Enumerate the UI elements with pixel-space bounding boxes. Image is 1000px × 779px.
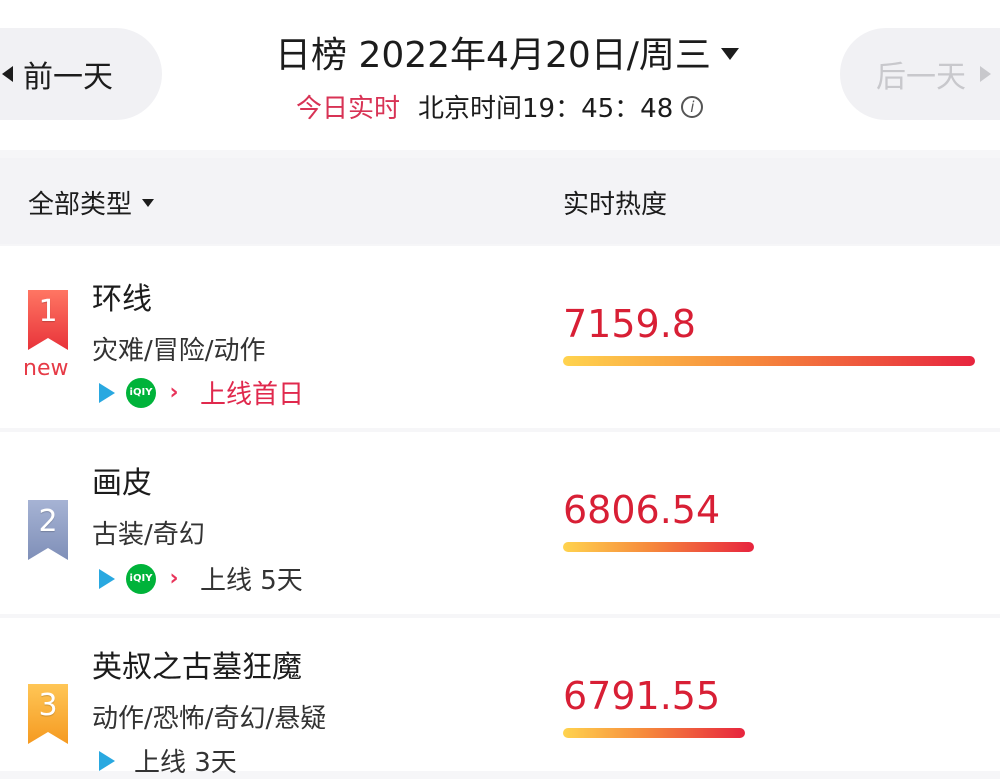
heat-value: 6806.54 — [563, 488, 721, 532]
heat-value: 6791.55 — [563, 674, 721, 718]
prev-day-label: 前一天 — [23, 60, 113, 95]
live-time-line: 今日实时 北京时间19：45：48 i — [296, 88, 704, 125]
arrow-right-icon — [980, 66, 991, 82]
rank-badge: 1 — [28, 290, 68, 350]
show-genre: 动作/恐怖/奇幻/悬疑 — [92, 704, 327, 734]
iqiyi-icon: iQIY — [126, 563, 156, 594]
column-header: 全部类型 实时热度 — [0, 158, 1000, 244]
show-title[interactable]: 环线 — [92, 274, 152, 318]
youku-icon: › — [169, 380, 179, 405]
top-header: 前一天 日榜 2022年4月20日/周三 今日实时 北京时间19：45：48 i… — [0, 0, 1000, 150]
arrow-left-icon — [2, 66, 13, 82]
ranking-row[interactable]: 2 画皮 古装/奇幻 iQIY › 上线 5天 6806.54 — [0, 432, 1000, 614]
heat-bar-track — [563, 542, 975, 552]
heat-bar-track — [563, 356, 975, 366]
heat-column-title: 实时热度 — [563, 190, 668, 220]
platform-list: 上线 3天 — [96, 742, 237, 779]
tencent-video-icon — [96, 382, 118, 404]
prev-day-button[interactable]: 前一天 — [0, 28, 162, 120]
ranking-row[interactable]: 1 new 环线 灾难/冒险/动作 iQIY › 上线首日 7159.8 — [0, 246, 1000, 428]
live-label: 今日实时 — [296, 94, 401, 124]
heat-bar — [563, 542, 755, 552]
platform-list: iQIY › 上线首日 — [96, 374, 304, 411]
online-status: 上线 5天 — [200, 566, 303, 596]
date-title-text: 日榜 2022年4月20日/周三 — [275, 35, 711, 76]
heat-value: 7159.8 — [563, 302, 696, 346]
caret-down-icon — [142, 198, 155, 207]
platform-list: iQIY › 上线 5天 — [96, 560, 303, 597]
type-filter-label: 全部类型 — [28, 190, 133, 220]
next-day-label: 后一天 — [876, 60, 966, 95]
next-day-button[interactable]: 后一天 — [840, 28, 1000, 120]
online-status: 上线 3天 — [134, 748, 237, 778]
tencent-video-icon — [96, 568, 118, 590]
rank-badge: 2 — [28, 500, 68, 560]
heat-bar-track — [563, 728, 975, 738]
caret-down-icon — [720, 48, 739, 60]
rank-badge: 3 — [28, 684, 68, 744]
youku-icon: › — [169, 566, 179, 591]
heat-bar — [563, 728, 746, 738]
info-icon[interactable]: i — [681, 95, 704, 118]
ranking-row[interactable]: 3 英叔之古墓狂魔 动作/恐怖/奇幻/悬疑 上线 3天 6791.55 — [0, 618, 1000, 778]
show-genre: 古装/奇幻 — [92, 520, 205, 550]
heat-bar — [563, 356, 975, 366]
date-title[interactable]: 日榜 2022年4月20日/周三 — [275, 26, 739, 78]
show-title[interactable]: 画皮 — [92, 458, 152, 502]
type-filter-dropdown[interactable]: 全部类型 — [28, 184, 155, 221]
show-title[interactable]: 英叔之古墓狂魔 — [92, 642, 302, 686]
tencent-video-icon — [96, 750, 118, 772]
iqiyi-icon: iQIY — [126, 377, 156, 408]
show-genre: 灾难/冒险/动作 — [92, 336, 266, 366]
new-tag: new — [23, 356, 69, 381]
beijing-clock: 北京时间19：45：48 — [418, 94, 674, 124]
online-status: 上线首日 — [200, 380, 305, 410]
